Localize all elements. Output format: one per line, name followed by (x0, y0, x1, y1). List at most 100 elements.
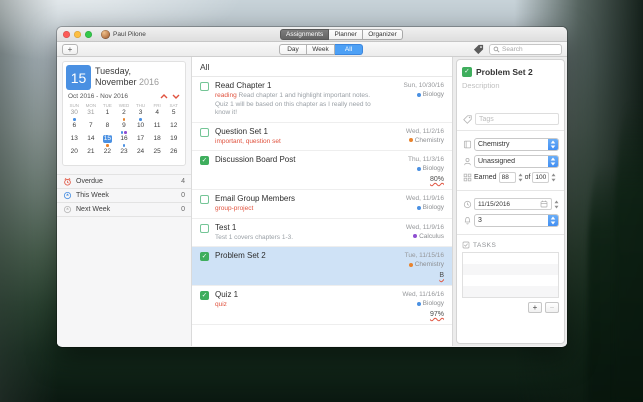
search-input[interactable] (502, 45, 558, 53)
assignment-date: Wed, 11/2/16 (405, 127, 444, 135)
assignment-checkbox[interactable] (200, 82, 209, 91)
tasks-list[interactable] (462, 252, 559, 298)
calendar-day[interactable]: 6 (66, 122, 83, 135)
add-assignment-button[interactable]: + (62, 43, 78, 55)
tag-filter-icon[interactable] (473, 44, 484, 55)
calendar-day-dots (120, 131, 127, 134)
tab-assignments[interactable]: Assignments (280, 29, 330, 40)
earned-stepper[interactable] (518, 173, 523, 182)
calendar-day[interactable]: 9 (116, 122, 133, 135)
assignment-note: Test 1 covers chapters 1-3. (215, 233, 294, 241)
filter-this-week[interactable]: This Week 0 (57, 189, 191, 203)
filter-next-week[interactable]: Next Week 0 (57, 203, 191, 217)
remove-task-button[interactable]: − (545, 302, 559, 313)
assignment-tags: reading (215, 92, 239, 99)
calendar-day[interactable]: 21 (83, 148, 100, 161)
assignment-date: Thu, 11/3/16 (407, 156, 444, 163)
close-button[interactable] (63, 30, 70, 38)
calendar-range-label: Oct 2016 - Nov 2016 (68, 93, 128, 100)
selected-month: November (95, 77, 137, 87)
assignment-checkbox[interactable] (200, 291, 209, 300)
calendar-day[interactable]: 14 (83, 135, 100, 148)
earned-input[interactable] (498, 172, 516, 183)
calendar-day[interactable]: 4 (149, 109, 166, 122)
tags-input[interactable] (475, 113, 559, 125)
calendar-day[interactable]: 30 (66, 109, 83, 122)
calendar-next-icon[interactable] (172, 94, 180, 99)
assignment-checkbox[interactable] (200, 127, 209, 137)
assignment-row[interactable]: Read Chapter 1 reading Read chapter 1 and… (192, 77, 452, 123)
reminder-select[interactable]: 3 (474, 214, 559, 227)
view-day[interactable]: Day (279, 43, 307, 55)
calendar-day[interactable]: 22 (99, 148, 116, 161)
due-date-input[interactable] (478, 200, 538, 208)
assignment-date: Wed, 11/9/16 (405, 195, 444, 202)
due-date-field[interactable] (474, 198, 552, 210)
calendar-day[interactable]: 25 (149, 148, 166, 161)
calendar-day[interactable]: 24 (132, 148, 149, 161)
calendar-day[interactable]: 20 (66, 148, 83, 161)
calendar-day-number: 5 (171, 109, 176, 116)
assignment-row[interactable]: Discussion Board Post Thu, 11/3/16 Biology… (192, 151, 452, 190)
calendar-day[interactable]: 1 (99, 109, 116, 122)
total-stepper[interactable] (551, 173, 556, 182)
assignment-grade: 80% (378, 173, 444, 185)
date-stepper[interactable] (554, 200, 559, 209)
calendar-day[interactable]: 16 (116, 135, 133, 148)
calendar-day[interactable]: 12 (165, 122, 182, 135)
calendar-day[interactable]: 15 (99, 135, 116, 148)
calendar-day-number: 20 (70, 148, 78, 155)
detail-checkbox[interactable] (462, 67, 472, 77)
calendar-day-number: 12 (170, 122, 178, 129)
total-input[interactable] (532, 172, 550, 183)
calendar-day[interactable]: 13 (66, 135, 83, 148)
assignment-body: Quiz 1 quiz (209, 290, 378, 320)
view-week[interactable]: Week (307, 43, 335, 55)
calendar-day[interactable]: 31 (83, 109, 100, 122)
search-field[interactable] (489, 43, 562, 55)
calendar-day[interactable]: 17 (132, 135, 149, 148)
calendar-day[interactable]: 11 (149, 122, 166, 135)
calendar-day[interactable]: 18 (149, 135, 166, 148)
tab-planner[interactable]: Planner (329, 29, 364, 40)
assignment-meta: Test 1 covers chapters 1-3. (215, 234, 372, 243)
user-menu[interactable]: Paul Pilone (101, 29, 146, 39)
calendar-day[interactable]: 5 (165, 109, 182, 122)
assignment-meta: quiz (215, 301, 372, 310)
weekday-label: TUE (102, 103, 112, 108)
assignment-checkbox[interactable] (200, 195, 209, 204)
assignment-row[interactable]: Email Group Members group-project Wed, 11/… (192, 190, 452, 219)
add-task-button[interactable]: + (528, 302, 542, 313)
zoom-button[interactable] (85, 30, 92, 38)
calendar-day-number: 7 (89, 122, 93, 129)
calendar-day[interactable]: 2 (116, 109, 133, 122)
assignment-right: Wed, 11/9/16 Biology (378, 194, 444, 214)
calendar-day[interactable]: 3 (132, 109, 149, 122)
calendar-day[interactable]: 19 (165, 135, 182, 148)
filter-overdue[interactable]: Overdue 4 (57, 175, 191, 189)
assignee-select[interactable]: Unassigned (474, 155, 559, 168)
course-dot (416, 205, 421, 210)
assignment-checkbox[interactable] (200, 156, 209, 165)
assignment-row[interactable]: Question Set 1 important, question set Wed… (192, 123, 452, 151)
assignment-checkbox[interactable] (200, 252, 209, 261)
course-dot (122, 144, 126, 147)
assignment-checkbox[interactable] (200, 223, 209, 233)
assignment-row[interactable]: Problem Set 2 Tue, 11/15/16 Chemistry B (192, 247, 452, 286)
calendar-day[interactable]: 23 (116, 148, 133, 161)
assignment-row[interactable]: Quiz 1 quiz Wed, 11/16/16 Biology 97% (192, 286, 452, 325)
calendar-prev-icon[interactable] (160, 94, 168, 99)
description-field[interactable]: Description (462, 81, 559, 113)
view-all[interactable]: All (335, 43, 363, 55)
calendar-day[interactable]: 10 (132, 122, 149, 135)
course-select[interactable]: Chemistry (474, 138, 559, 151)
assignment-row[interactable]: Test 1 Test 1 covers chapters 1-3. Wed, 11… (192, 219, 452, 247)
course-dot (124, 131, 127, 134)
calendar-day[interactable]: 8 (99, 122, 116, 135)
calendar-day[interactable]: 7 (83, 122, 100, 135)
calendar-icon[interactable] (540, 200, 548, 208)
minimize-button[interactable] (74, 30, 81, 38)
calendar-day[interactable]: 26 (165, 148, 182, 161)
assignment-tags: quiz (215, 301, 227, 308)
tab-organizer[interactable]: Organizer (363, 29, 403, 40)
